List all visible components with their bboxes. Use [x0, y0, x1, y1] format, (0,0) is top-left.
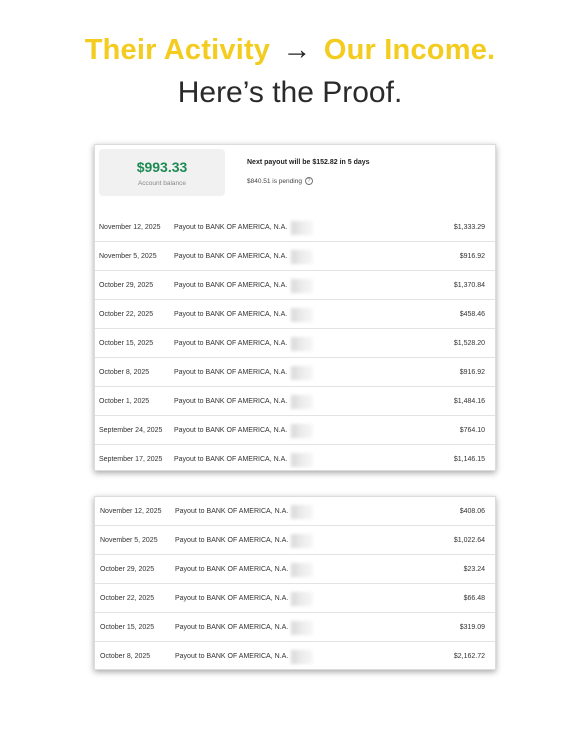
redacted-account-blur	[291, 279, 313, 293]
payout-description: Payout to BANK OF AMERICA, N.A.	[174, 369, 288, 376]
payout-date: September 17, 2025	[99, 456, 163, 463]
redacted-account-blur	[291, 621, 313, 635]
table-row[interactable]: October 22, 2025 Payout to BANK OF AMERIC…	[95, 584, 495, 613]
table-row[interactable]: October 22, 2025 Payout to BANK OF AMERIC…	[95, 300, 495, 329]
payout-amount: $23.24	[463, 566, 485, 573]
payout-description: Payout to BANK OF AMERICA, N.A.	[174, 398, 288, 405]
payout-amount: $1,022.64	[453, 537, 485, 544]
payout-description: Payout to BANK OF AMERICA, N.A.	[174, 427, 288, 434]
payout-date: October 22, 2025	[100, 595, 155, 602]
payout-date: November 12, 2025	[99, 224, 161, 231]
table-row[interactable]: November 5, 2025 Payout to BANK OF AMERIC…	[95, 526, 495, 555]
payout-amount: $458.46	[459, 311, 485, 318]
payout-date: October 8, 2025	[99, 369, 150, 376]
payout-date: November 12, 2025	[100, 508, 162, 515]
pending-row: $840.51 is pending ?	[247, 177, 313, 185]
table-row[interactable]: October 15, 2025 Payout to BANK OF AMERIC…	[95, 613, 495, 642]
arrow-icon: →	[282, 34, 312, 66]
payout-description: Payout to BANK OF AMERICA, N.A.	[175, 595, 289, 602]
account-balance-box: $993.33 Account balance	[99, 149, 225, 196]
headline-line-1: Their Activity → Our Income.	[0, 34, 580, 67]
redacted-account-blur	[291, 308, 313, 322]
payout-description: Payout to BANK OF AMERICA, N.A.	[174, 224, 288, 231]
payout-description: Payout to BANK OF AMERICA, N.A.	[174, 282, 288, 289]
payouts-card-1: $993.33 Account balance Next payout will…	[94, 144, 496, 471]
table-row[interactable]: October 8, 2025 Payout to BANK OF AMERICA…	[95, 358, 495, 387]
table-row[interactable]: October 1, 2025 Payout to BANK OF AMERICA…	[95, 387, 495, 416]
payouts-card-2: November 12, 2025 Payout to BANK OF AMERI…	[94, 496, 496, 670]
redacted-account-blur	[291, 592, 313, 606]
payout-description: Payout to BANK OF AMERICA, N.A.	[174, 253, 288, 260]
payout-date: October 15, 2025	[100, 624, 155, 631]
redacted-account-blur	[291, 395, 313, 409]
table-row[interactable]: November 12, 2025 Payout to BANK OF AMERI…	[95, 497, 495, 526]
payout-amount: $408.06	[459, 508, 485, 515]
table-row[interactable]: November 5, 2025 Payout to BANK OF AMERIC…	[95, 242, 495, 271]
payout-date: October 29, 2025	[99, 282, 154, 289]
payout-amount: $764.10	[459, 427, 485, 434]
payout-description: Payout to BANK OF AMERICA, N.A.	[175, 653, 289, 660]
payout-amount: $319.09	[459, 624, 485, 631]
headline-part-1: Their Activity	[84, 34, 271, 66]
payout-description: Payout to BANK OF AMERICA, N.A.	[175, 566, 289, 573]
table-row[interactable]: October 29, 2025 Payout to BANK OF AMERIC…	[95, 555, 495, 584]
redacted-account-blur	[291, 337, 313, 351]
redacted-account-blur	[291, 221, 313, 235]
balance-amount: $993.33	[136, 159, 188, 175]
redacted-account-blur	[291, 453, 313, 467]
table-row[interactable]: September 24, 2025 Payout to BANK OF AMER…	[95, 416, 495, 445]
help-icon[interactable]: ?	[304, 177, 313, 185]
payout-date: September 24, 2025	[99, 427, 163, 434]
payout-date: October 15, 2025	[99, 340, 154, 347]
table-row[interactable]: October 8, 2025 Payout to BANK OF AMERICA…	[95, 642, 495, 671]
payout-description: Payout to BANK OF AMERICA, N.A.	[175, 508, 289, 515]
redacted-account-blur	[291, 534, 313, 548]
payout-date: October 22, 2025	[99, 311, 154, 318]
payout-description: Payout to BANK OF AMERICA, N.A.	[175, 624, 289, 631]
payout-date: October 29, 2025	[100, 566, 155, 573]
payout-amount: $1,528.20	[453, 340, 485, 347]
payout-date: October 8, 2025	[100, 653, 151, 660]
table-row[interactable]: October 29, 2025 Payout to BANK OF AMERIC…	[95, 271, 495, 300]
payout-description: Payout to BANK OF AMERICA, N.A.	[174, 311, 288, 318]
pending-text: $840.51 is pending	[247, 177, 302, 185]
table-row[interactable]: November 12, 2025 Payout to BANK OF AMERI…	[95, 213, 495, 242]
payout-amount: $1,370.84	[453, 282, 485, 289]
payout-list-2: November 12, 2025 Payout to BANK OF AMERI…	[95, 497, 495, 671]
payout-date: November 5, 2025	[100, 537, 158, 544]
payout-amount: $1,146.15	[453, 456, 485, 463]
payout-amount: $916.92	[459, 369, 485, 376]
redacted-account-blur	[291, 424, 313, 438]
redacted-account-blur	[291, 563, 313, 577]
payout-description: Payout to BANK OF AMERICA, N.A.	[175, 537, 289, 544]
redacted-account-blur	[291, 366, 313, 380]
payout-date: November 5, 2025	[99, 253, 157, 260]
redacted-account-blur	[291, 650, 313, 664]
redacted-account-blur	[291, 250, 313, 264]
payout-amount: $66.48	[463, 595, 485, 602]
payout-amount: $2,162.72	[453, 653, 485, 660]
table-row[interactable]: October 15, 2025 Payout to BANK OF AMERIC…	[95, 329, 495, 358]
balance-label: Account balance	[137, 180, 187, 187]
payout-description: Payout to BANK OF AMERICA, N.A.	[174, 340, 288, 347]
payout-list-1: November 12, 2025 Payout to BANK OF AMERI…	[95, 213, 495, 474]
payout-amount: $1,333.29	[453, 224, 485, 231]
payout-amount: $916.92	[459, 253, 485, 260]
next-payout-text: Next payout will be $152.82 in 5 days	[247, 159, 370, 166]
headline-line-2: Here’s the Proof.	[177, 76, 403, 109]
table-row[interactable]: September 17, 2025 Payout to BANK OF AMER…	[95, 445, 495, 474]
redacted-account-blur	[291, 505, 313, 519]
headline-part-2: Our Income.	[323, 34, 496, 66]
payout-date: October 1, 2025	[99, 398, 150, 405]
payout-amount: $1,484.16	[453, 398, 485, 405]
payout-description: Payout to BANK OF AMERICA, N.A.	[174, 456, 288, 463]
